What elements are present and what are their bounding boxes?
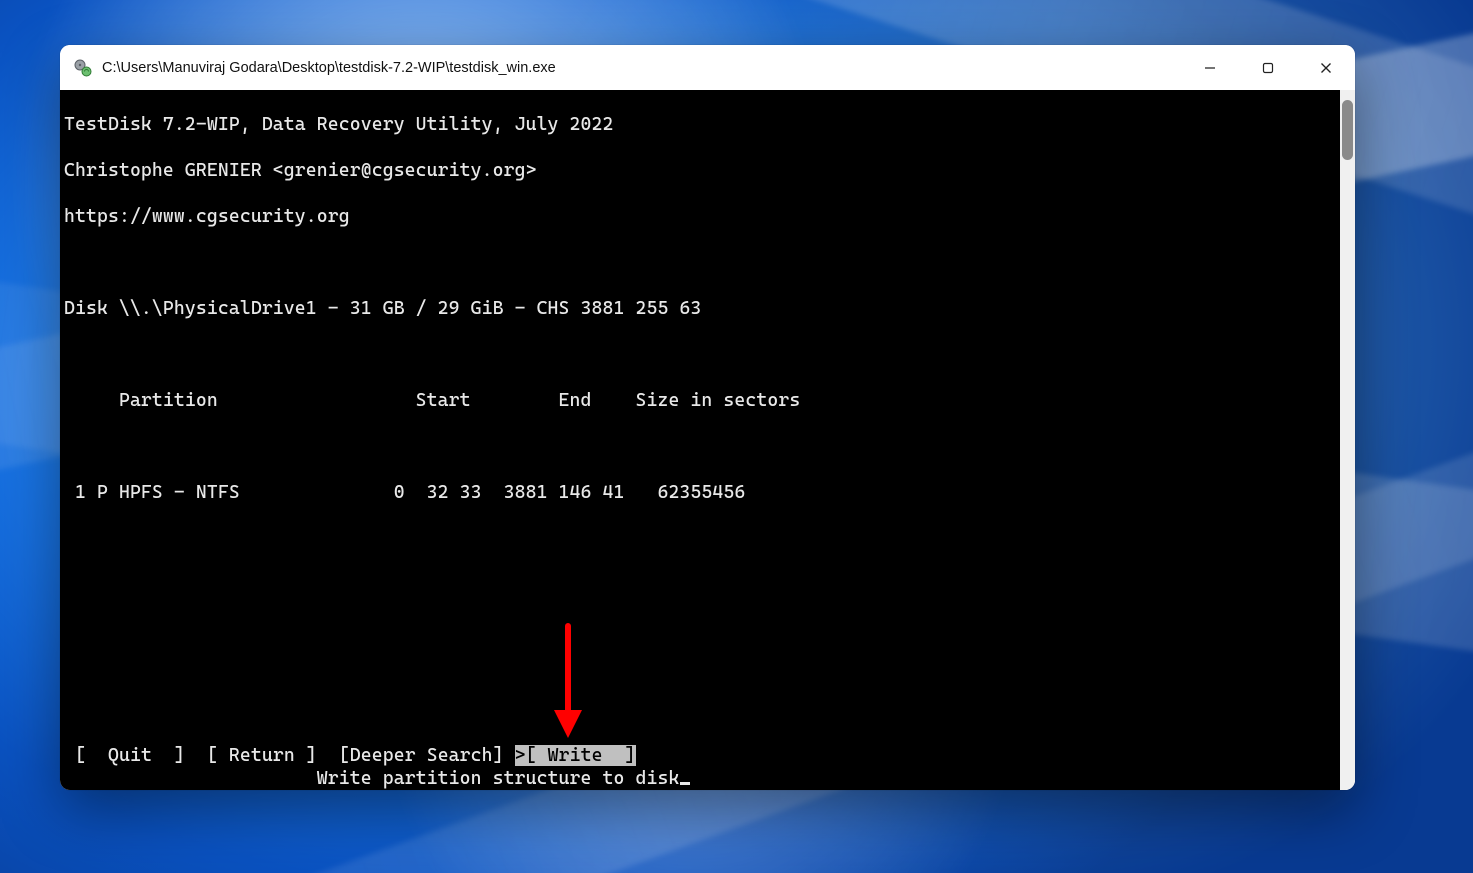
terminal-output[interactable]: TestDisk 7.2-WIP, Data Recovery Utility,… (60, 90, 1340, 790)
maximize-button[interactable] (1239, 45, 1297, 90)
app-icon (74, 59, 92, 77)
header-line-3: https://www.cgsecurity.org (64, 205, 1340, 228)
scrollbar-thumb[interactable] (1342, 100, 1353, 160)
console-window: C:\Users\Manuviraj Godara\Desktop\testdi… (60, 45, 1355, 790)
cursor (680, 782, 690, 785)
columns-header: Partition Start End Size in sectors (64, 389, 1340, 412)
hint-text: Write partition structure to disk (317, 768, 680, 789)
titlebar[interactable]: C:\Users\Manuviraj Godara\Desktop\testdi… (60, 45, 1355, 90)
menu-write[interactable]: >[ Write ] (515, 745, 636, 766)
menu-quit[interactable]: [ Quit ] (75, 745, 185, 766)
menu-deeper-search[interactable]: [Deeper Search] (339, 745, 504, 766)
menu-return[interactable]: [ Return ] (207, 745, 317, 766)
header-line-1: TestDisk 7.2-WIP, Data Recovery Utility,… (64, 113, 1340, 136)
window-title: C:\Users\Manuviraj Godara\Desktop\testdi… (102, 60, 556, 76)
close-button[interactable] (1297, 45, 1355, 90)
annotation-arrow-icon (548, 622, 588, 742)
vertical-scrollbar[interactable] (1340, 90, 1355, 790)
minimize-button[interactable] (1181, 45, 1239, 90)
disk-line: Disk \\.\PhysicalDrive1 - 31 GB / 29 GiB… (64, 297, 1340, 320)
header-line-2: Christophe GRENIER <grenier@cgsecurity.o… (64, 159, 1340, 182)
window-controls (1181, 45, 1355, 90)
menu-bar: [ Quit ] [ Return ] [Deeper Search] >[ W… (60, 744, 636, 767)
hint-line: Write partition structure to disk (60, 767, 690, 790)
partition-row: 1 P HPFS - NTFS 0 32 33 3881 146 41 6235… (64, 481, 1340, 504)
